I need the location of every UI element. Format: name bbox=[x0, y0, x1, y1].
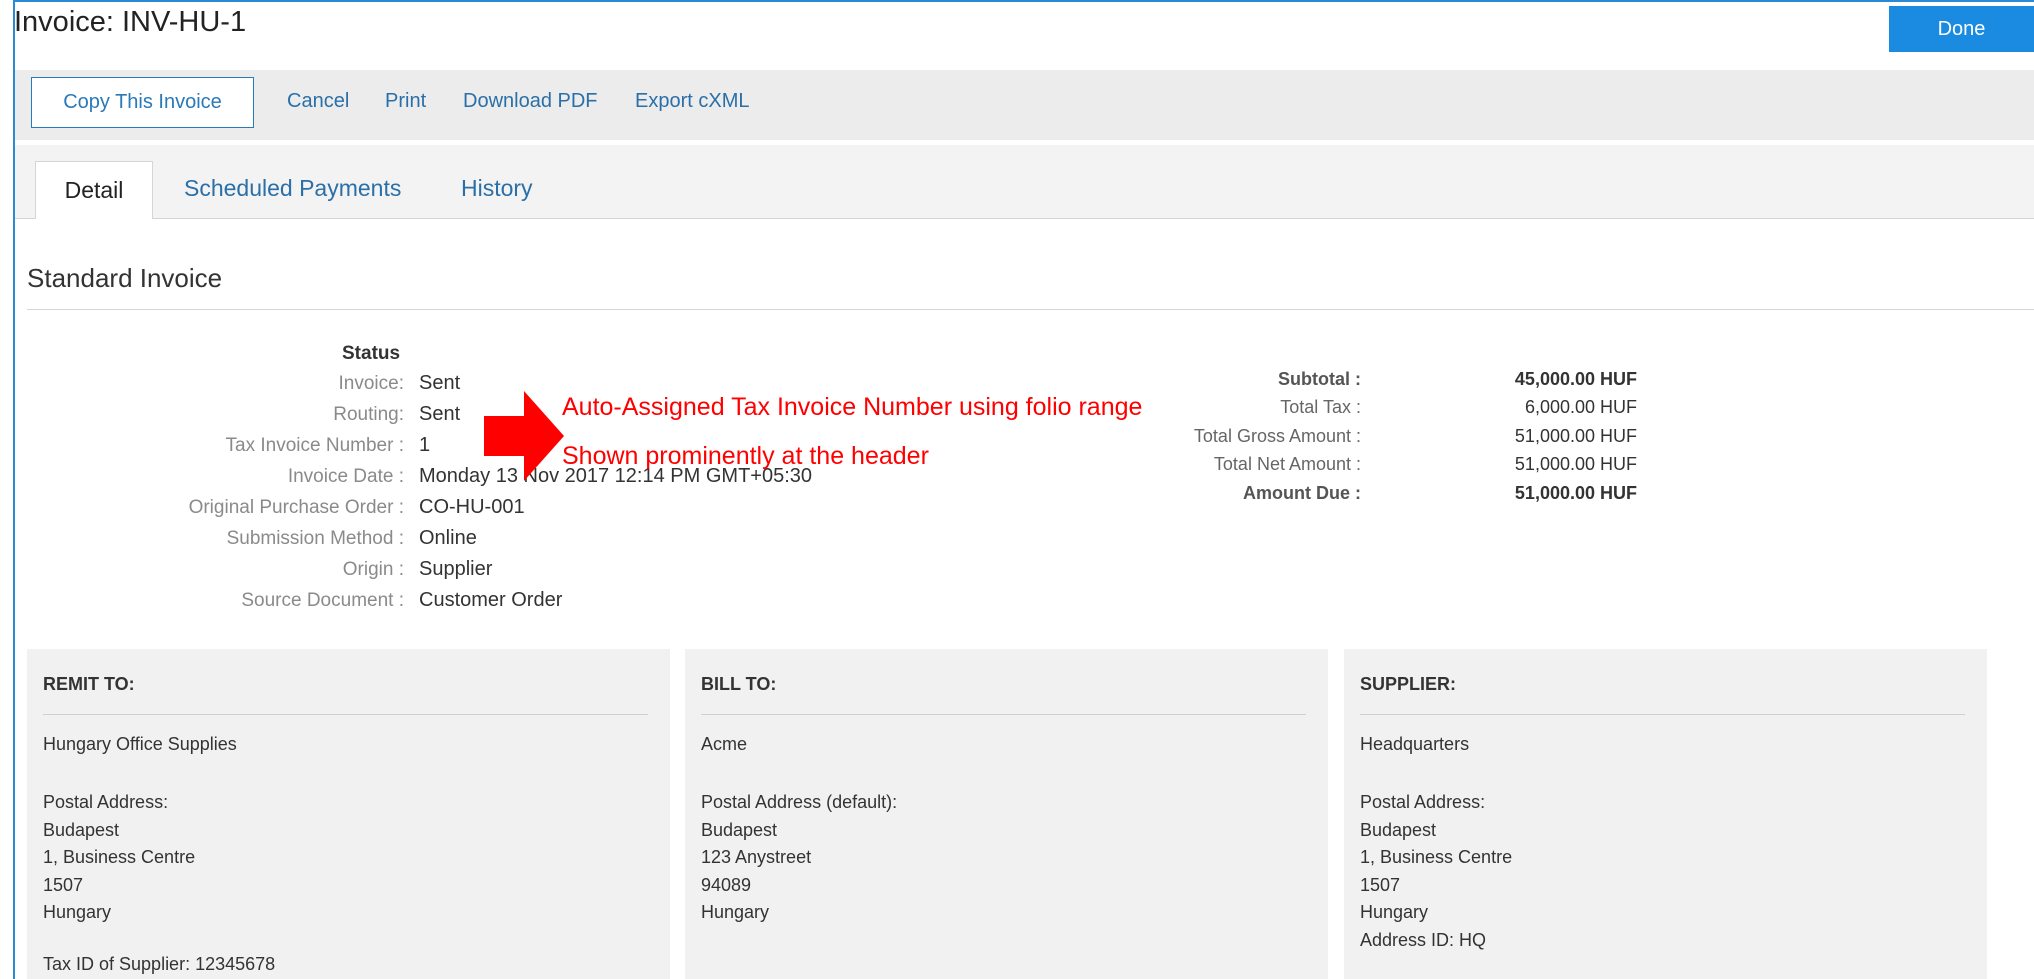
subtotal-label: Subtotal : bbox=[1278, 369, 1361, 389]
bill-to-name: Acme bbox=[701, 734, 748, 754]
bill-to-address: Postal Address (default): Budapest 123 A… bbox=[701, 789, 897, 927]
address-line: Postal Address: bbox=[1360, 792, 1486, 812]
origin-value: Supplier bbox=[419, 558, 493, 580]
tax-invoice-number-label: Tax Invoice Number : bbox=[225, 435, 404, 456]
address-line: Postal Address (default): bbox=[701, 792, 898, 812]
remit-to-address: Postal Address: Budapest 1, Business Cen… bbox=[43, 789, 195, 927]
annotation-text-2: Shown prominently at the header bbox=[562, 442, 929, 470]
origin-label: Origin : bbox=[342, 559, 404, 580]
address-line: 123 Anystreet bbox=[701, 847, 812, 867]
address-line: 1507 bbox=[43, 874, 84, 895]
remit-to-name: Hungary Office Supplies bbox=[43, 734, 237, 754]
supplier-address: Postal Address: Budapest 1, Business Cen… bbox=[1360, 789, 1512, 954]
original-po-label: Original Purchase Order : bbox=[188, 497, 404, 518]
tab-history[interactable]: History bbox=[461, 175, 533, 202]
supplier-title: SUPPLIER: bbox=[1360, 674, 1457, 694]
annotation-arrow-icon bbox=[484, 391, 564, 481]
window-border-top bbox=[13, 0, 2034, 2]
submission-method-label: Submission Method : bbox=[226, 528, 404, 549]
copy-invoice-button[interactable]: Copy This Invoice bbox=[31, 77, 254, 128]
total-tax-label: Total Tax : bbox=[1280, 397, 1361, 417]
supplier-card: SUPPLIER: Headquarters Postal Address: B… bbox=[1344, 649, 1987, 979]
invoice-status-value: Sent bbox=[419, 372, 461, 394]
source-document-label: Source Document : bbox=[241, 590, 404, 611]
tab-bar: Detail Scheduled Payments History bbox=[15, 145, 2034, 219]
address-line: Hungary bbox=[701, 902, 770, 922]
total-net-label: Total Net Amount : bbox=[1213, 454, 1361, 474]
total-net-value: 51,000.00 HUF bbox=[1514, 454, 1637, 474]
print-link[interactable]: Print bbox=[385, 90, 426, 113]
invoice-status-label: Invoice: bbox=[338, 373, 404, 394]
supplier-tax-id: Tax ID of Supplier: 12345678 bbox=[43, 954, 276, 974]
source-document-value: Customer Order bbox=[419, 589, 563, 611]
annotation-text-1: Auto-Assigned Tax Invoice Number using f… bbox=[562, 393, 1143, 421]
total-gross-value: 51,000.00 HUF bbox=[1514, 426, 1637, 446]
total-tax-value: 6,000.00 HUF bbox=[1524, 397, 1637, 417]
original-po-value: CO-HU-001 bbox=[419, 496, 525, 518]
done-button[interactable]: Done bbox=[1889, 6, 2034, 52]
card-divider bbox=[701, 714, 1306, 715]
address-line: Budapest bbox=[701, 819, 778, 840]
action-toolbar: Copy This Invoice Cancel Print Download … bbox=[15, 70, 2034, 140]
bill-to-title: BILL TO: bbox=[701, 674, 777, 694]
address-line: Hungary bbox=[1360, 902, 1429, 922]
page-title: Invoice: INV-HU-1 bbox=[14, 6, 247, 38]
amount-due-label: Amount Due : bbox=[1243, 483, 1361, 503]
status-heading: Status bbox=[342, 343, 401, 364]
amount-due-value: 51,000.00 HUF bbox=[1514, 483, 1637, 503]
section-title: Standard Invoice bbox=[27, 263, 223, 293]
routing-value: Sent bbox=[419, 403, 461, 425]
bill-to-card: BILL TO: Acme Postal Address (default): … bbox=[685, 649, 1328, 979]
card-divider bbox=[1360, 714, 1965, 715]
section-divider bbox=[27, 309, 2034, 310]
invoice-date-label: Invoice Date : bbox=[287, 466, 404, 487]
tab-scheduled-payments[interactable]: Scheduled Payments bbox=[184, 175, 401, 202]
tab-detail[interactable]: Detail bbox=[35, 161, 153, 219]
address-line: Budapest bbox=[1360, 819, 1437, 840]
total-gross-label: Total Gross Amount : bbox=[1193, 426, 1361, 446]
remit-to-title: REMIT TO: bbox=[43, 674, 135, 694]
address-line: 1, Business Centre bbox=[1360, 847, 1513, 867]
subtotal-value: 45,000.00 HUF bbox=[1514, 369, 1637, 389]
address-line: 1507 bbox=[1360, 874, 1401, 895]
download-pdf-link[interactable]: Download PDF bbox=[463, 90, 598, 113]
submission-method-value: Online bbox=[419, 527, 477, 549]
cancel-link[interactable]: Cancel bbox=[287, 90, 349, 113]
address-line: Budapest bbox=[43, 819, 120, 840]
supplier-name: Headquarters bbox=[1360, 734, 1470, 754]
routing-label: Routing: bbox=[333, 404, 404, 425]
address-line: 94089 bbox=[701, 874, 752, 895]
address-line: Postal Address: bbox=[43, 792, 169, 812]
address-id: Address ID: HQ bbox=[1360, 929, 1487, 950]
tax-invoice-number-value: 1 bbox=[419, 434, 431, 456]
export-cxml-link[interactable]: Export cXML bbox=[635, 90, 749, 113]
card-divider bbox=[43, 714, 648, 715]
address-line: 1, Business Centre bbox=[43, 847, 196, 867]
remit-to-card: REMIT TO: Hungary Office Supplies Postal… bbox=[27, 649, 670, 979]
address-line: Hungary bbox=[43, 902, 112, 922]
